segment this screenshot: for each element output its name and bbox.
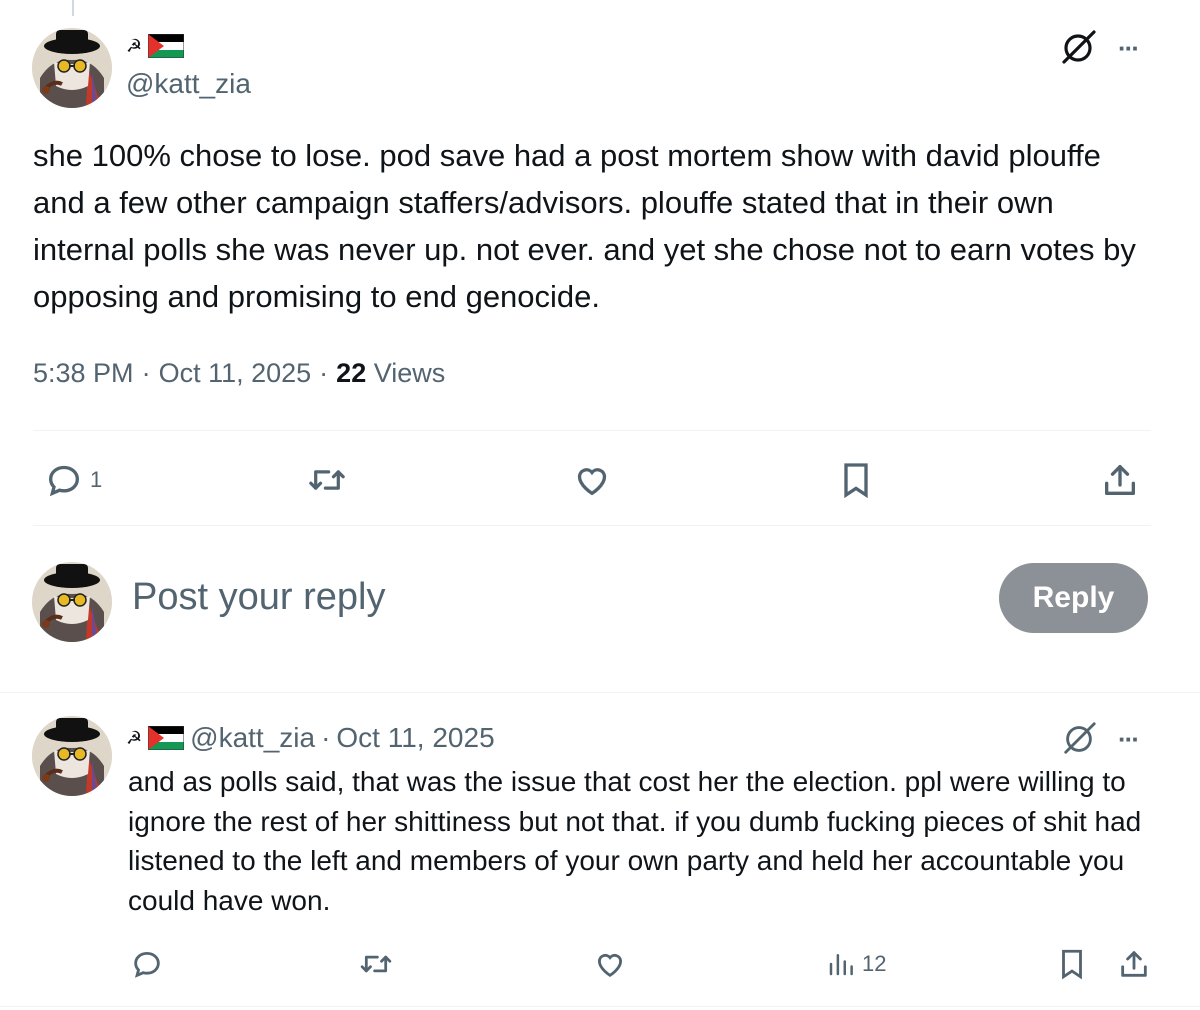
comment-date[interactable]: Oct 11, 2025 bbox=[336, 722, 494, 754]
share-action[interactable] bbox=[1100, 460, 1140, 500]
views-count: 22 bbox=[336, 358, 367, 388]
post-date[interactable]: Oct 11, 2025 bbox=[159, 358, 312, 389]
avatar[interactable] bbox=[32, 562, 112, 642]
palestine-flag-icon bbox=[148, 726, 185, 750]
divider bbox=[33, 525, 1151, 526]
bookmark-icon bbox=[844, 463, 868, 499]
display-name[interactable]: ☭ bbox=[126, 32, 185, 60]
reply-count: 1 bbox=[90, 467, 103, 492]
bookmark-action[interactable] bbox=[836, 460, 876, 500]
heart-icon bbox=[577, 468, 607, 496]
share-icon bbox=[1105, 465, 1135, 495]
hammer-sickle-emoji: ☭ bbox=[126, 728, 143, 748]
user-handle[interactable]: @katt_zia bbox=[190, 722, 315, 754]
reply-icon bbox=[48, 465, 80, 497]
views-count: 12 bbox=[862, 951, 887, 976]
post-time[interactable]: 5:38 PM bbox=[33, 358, 134, 389]
avatar[interactable] bbox=[32, 28, 112, 108]
comment-top-actions: ··· bbox=[1060, 720, 1140, 758]
reply-action[interactable] bbox=[130, 947, 164, 981]
reply-icon bbox=[134, 951, 160, 978]
reply-button[interactable]: Reply bbox=[999, 563, 1148, 633]
share-icon bbox=[1121, 951, 1147, 977]
avatar-cat-image bbox=[32, 28, 112, 108]
meta-separator: · bbox=[141, 358, 151, 388]
hammer-sickle-emoji: ☭ bbox=[126, 36, 143, 56]
repost-icon bbox=[309, 470, 345, 490]
analytics-action[interactable]: 12 bbox=[826, 947, 886, 981]
views-label: Views bbox=[373, 358, 446, 388]
thread-connector-line bbox=[72, 0, 74, 16]
grok-icon[interactable] bbox=[1058, 28, 1098, 68]
share-action[interactable] bbox=[1117, 947, 1151, 981]
grok-icon[interactable] bbox=[1060, 720, 1098, 758]
like-action[interactable] bbox=[593, 947, 627, 981]
divider bbox=[33, 430, 1151, 431]
heart-icon bbox=[597, 953, 623, 977]
analytics-icon bbox=[829, 954, 853, 976]
repost-action[interactable] bbox=[358, 947, 394, 981]
user-handle[interactable]: @katt_zia bbox=[126, 68, 251, 100]
bookmark-action[interactable] bbox=[1055, 947, 1089, 981]
avatar-cat-image bbox=[32, 716, 112, 796]
meta-separator: · bbox=[319, 358, 329, 388]
comment-text: and as polls said, that was the issue th… bbox=[128, 766, 1142, 916]
post-text: she 100% chose to lose. pod save had a p… bbox=[33, 138, 1136, 314]
comment-header: ☭ @katt_zia · Oct 11, 2025 bbox=[126, 720, 495, 756]
more-icon[interactable]: ··· bbox=[1118, 35, 1140, 61]
bookmark-icon bbox=[1062, 949, 1082, 980]
section-divider bbox=[0, 1006, 1200, 1007]
reply-input[interactable]: Post your reply bbox=[132, 576, 385, 619]
avatar-cat-image bbox=[32, 562, 112, 642]
palestine-flag-icon bbox=[148, 34, 185, 58]
repost-action[interactable] bbox=[306, 460, 348, 500]
avatar[interactable] bbox=[32, 716, 112, 796]
reply-action[interactable]: 1 bbox=[44, 460, 102, 500]
more-icon[interactable]: ··· bbox=[1118, 726, 1140, 752]
meta-separator: · bbox=[321, 722, 331, 753]
like-action[interactable] bbox=[572, 460, 612, 500]
post-meta: 5:38 PM · Oct 11, 2025 · 22 Views bbox=[33, 358, 445, 389]
repost-icon bbox=[360, 955, 392, 973]
section-divider bbox=[0, 692, 1200, 693]
post-top-actions: ··· bbox=[1058, 28, 1140, 68]
